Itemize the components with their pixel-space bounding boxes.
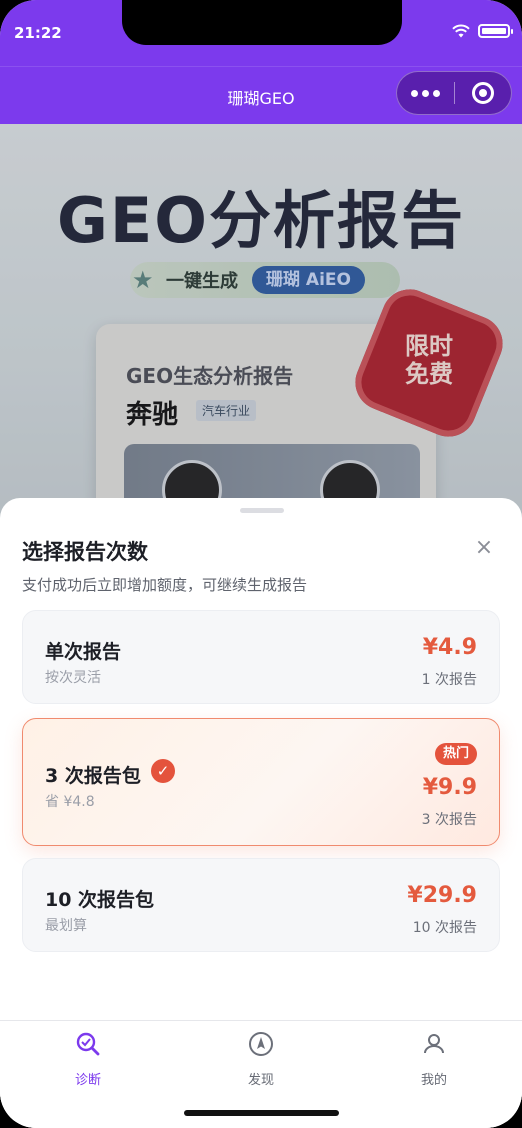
option-price: ¥9.9 [422, 775, 477, 800]
sheet-title: 选择报告次数 [22, 540, 148, 564]
miniprogram-capsule [396, 71, 512, 115]
tab-label: 我的 [420, 1073, 447, 1088]
hot-badge: 热门 [434, 743, 477, 765]
nav-bar: 珊瑚GEO [0, 66, 522, 124]
option-single-report[interactable]: 单次报告 按次灵活 ¥4.9 1 次报告 [22, 610, 500, 704]
option-desc: 省 ¥4.8 [45, 794, 95, 810]
option-count: 10 次报告 [412, 920, 477, 936]
tab-label: 发现 [247, 1073, 274, 1088]
close-icon[interactable]: × [474, 537, 494, 559]
close-miniprogram-icon[interactable] [454, 71, 511, 115]
more-dots-icon[interactable] [397, 71, 454, 115]
battery-icon [478, 24, 513, 38]
status-bar: 21:22 [0, 0, 522, 66]
check-icon: ✓ [151, 759, 175, 783]
option-name: 3 次报告包 [45, 765, 141, 787]
tab-diagnose[interactable]: 诊断 [38, 1031, 138, 1088]
tab-mine[interactable]: 我的 [384, 1031, 484, 1088]
status-icons [452, 24, 513, 38]
home-indicator [184, 1110, 339, 1116]
status-time: 21:22 [14, 24, 62, 42]
compass-icon [249, 1032, 273, 1056]
option-count: 1 次报告 [421, 672, 477, 688]
option-name: 10 次报告包 [45, 889, 155, 911]
option-price: ¥29.9 [407, 883, 477, 908]
tab-discover[interactable]: 发现 [211, 1031, 311, 1088]
option-3-report-pack[interactable]: 3 次报告包 ✓ 省 ¥4.8 热门 ¥9.9 3 次报告 [22, 718, 500, 846]
user-icon [424, 1034, 444, 1054]
tab-label: 诊断 [74, 1073, 101, 1088]
sheet-drag-handle[interactable] [240, 508, 284, 513]
option-price: ¥4.9 [422, 635, 477, 660]
option-10-report-pack[interactable]: 10 次报告包 最划算 ¥29.9 10 次报告 [22, 858, 500, 952]
wifi-icon [452, 24, 470, 38]
sheet-subtitle: 支付成功后立即增加额度，可继续生成报告 [22, 576, 308, 594]
option-desc: 按次灵活 [45, 670, 101, 686]
option-count: 3 次报告 [421, 812, 477, 828]
notch [122, 0, 402, 45]
phone-screen: 21:22 珊瑚GEO GEO分析报告 ★ 一键生成 珊瑚 AiEO GEO生态… [0, 0, 522, 1128]
option-name: 单次报告 [45, 641, 122, 663]
diagnose-search-icon [76, 1032, 100, 1056]
option-desc: 最划算 [45, 918, 87, 934]
